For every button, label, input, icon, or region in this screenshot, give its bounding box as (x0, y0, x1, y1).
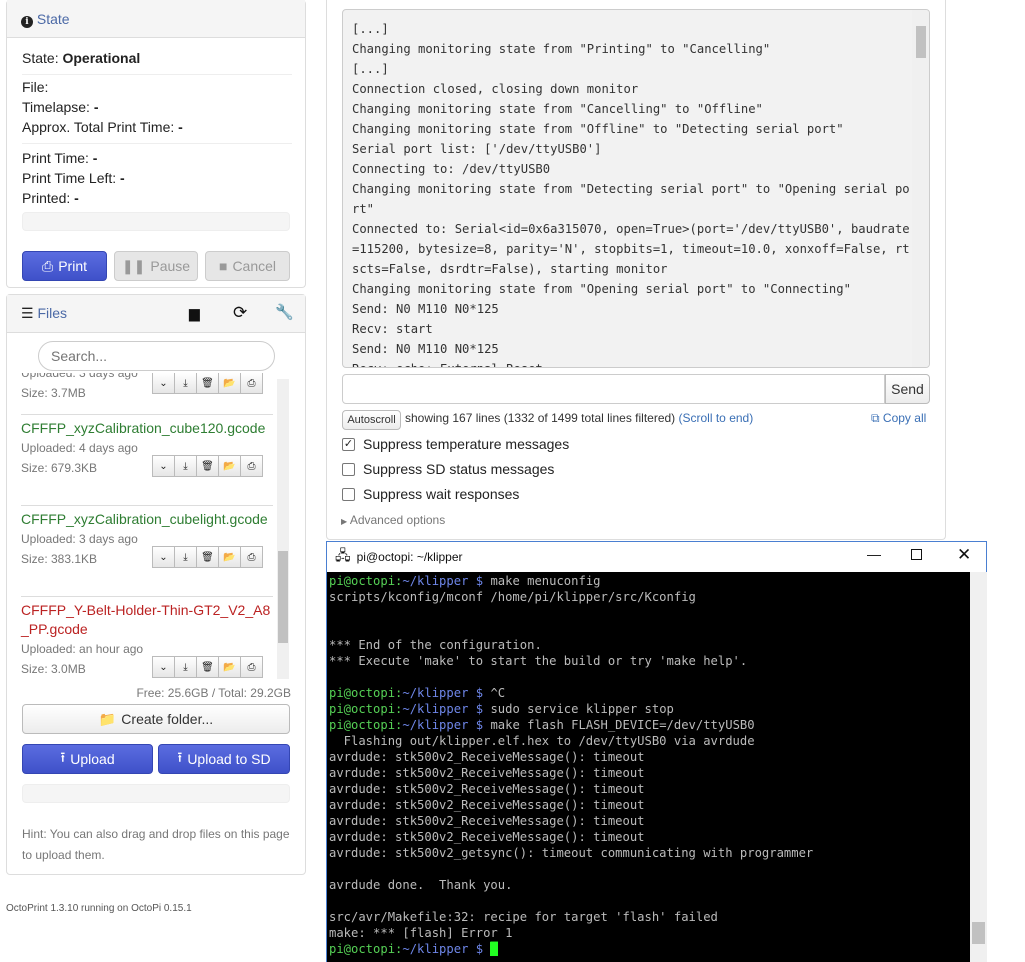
chevron-down-icon[interactable]: ⌄ (152, 455, 175, 477)
download-icon[interactable]: ⤓ (174, 455, 197, 477)
putty-terminal[interactable]: pi@octopi:~/klipper $ make menuconfig sc… (327, 572, 970, 962)
pause-icon: ❚❚ (121, 257, 146, 274)
refresh-icon[interactable]: ⟳ (233, 303, 247, 323)
upload-icon: ⭱ (60, 749, 66, 765)
printer-icon[interactable]: ⎙ (240, 455, 263, 477)
upload-button[interactable]: ⭱ Upload (22, 744, 153, 774)
send-button[interactable]: Send (885, 374, 930, 404)
files-heading[interactable]: Files (37, 305, 67, 321)
putty-scrollbar[interactable] (970, 572, 987, 962)
print-left-label: Print Time Left: (22, 170, 117, 186)
chevron-down-icon[interactable]: ⌄ (152, 373, 175, 394)
chevron-down-icon[interactable]: ⌄ (152, 656, 175, 678)
list-item[interactable]: CFFFP_xyzCalibration_cube120.gcode Uploa… (21, 414, 273, 478)
state-panel-header[interactable]: i State (7, 0, 305, 38)
suppress-sd-checkbox[interactable]: Suppress SD status messages (342, 461, 554, 477)
autoscroll-button[interactable]: Autoscroll (342, 410, 401, 430)
caret-right-icon: ▶ (341, 517, 348, 526)
state-heading[interactable]: State (37, 11, 70, 27)
print-icon: ⎙ (42, 257, 54, 274)
copy-all-link[interactable]: ⧉ Copy all (871, 411, 926, 426)
state-value: Operational (62, 50, 141, 66)
trash-icon[interactable]: 🗑 (196, 373, 219, 394)
file-list-scrollbar[interactable] (277, 379, 289, 679)
advanced-options-toggle[interactable]: ▶ Advanced options (341, 513, 445, 527)
list-icon: ☰ (21, 305, 34, 321)
suppress-wait-checkbox[interactable]: Suppress wait responses (342, 486, 519, 502)
list-item[interactable]: Uploaded: 3 days ago Size: 3.7MB ⌄ ⤓ 🗑 📂 ⎙ (21, 373, 273, 403)
pause-button[interactable]: ❚❚ Pause (114, 251, 198, 281)
print-button[interactable]: ⎙ Print (22, 251, 107, 281)
file-name[interactable]: CFFFP_xyzCalibration_cubelight.gcode (21, 510, 273, 529)
printed-label: Printed: (22, 190, 71, 206)
approx-time-label: Approx. Total Print Time: (22, 119, 175, 135)
upload-sd-button[interactable]: ⭱ Upload to SD (158, 744, 290, 774)
files-panel-header: ☰ Files ▆ ⟳ 🔧 (7, 295, 305, 333)
approx-time-value: - (178, 119, 183, 135)
footer-version: OctoPrint 1.3.10 running on OctoPi 0.15.… (6, 903, 192, 914)
folder-icon: 📁 (98, 710, 117, 727)
file-list: Uploaded: 3 days ago Size: 3.7MB ⌄ ⤓ 🗑 📂 ⎙ C… (7, 373, 291, 683)
terminal-log[interactable]: [...] Changing monitoring state from "Pr… (342, 9, 930, 368)
upload-icon: ⭱ (177, 749, 183, 765)
print-progress-bar (22, 212, 290, 231)
download-icon[interactable]: ⤓ (174, 546, 197, 568)
command-input[interactable] (342, 374, 885, 404)
print-time-label: Print Time: (22, 150, 89, 166)
files-panel: ☰ Files ▆ ⟳ 🔧 Uploaded: 3 days ago Size:… (6, 294, 306, 875)
folder-open-icon[interactable]: 📂 (218, 546, 241, 568)
trash-icon[interactable]: 🗑 (196, 455, 219, 477)
chevron-down-icon[interactable]: ⌄ (152, 546, 175, 568)
terminal-scrollbar[interactable] (912, 10, 929, 367)
state-label: State: (22, 50, 59, 66)
folder-open-icon[interactable]: 📂 (218, 373, 241, 394)
download-icon[interactable]: ⤓ (174, 373, 197, 394)
trash-icon[interactable]: 🗑 (196, 546, 219, 568)
putty-title: pi@octopi: ~/klipper (356, 550, 463, 564)
upload-hint: Hint: You can also drag and drop files o… (22, 827, 290, 862)
wrench-icon[interactable]: 🔧 (275, 303, 294, 321)
timelapse-value: - (93, 99, 99, 115)
list-item[interactable]: CFFFP_Y-Belt-Holder-Thin-GT2_V2_A8_PP.gc… (21, 596, 273, 679)
putty-titlebar[interactable]: 🖧 pi@octopi: ~/klipper — ✕ (327, 542, 986, 572)
close-icon[interactable]: ✕ (957, 545, 971, 565)
copy-icon: ⧉ (871, 411, 880, 425)
timelapse-label: Timelapse: (22, 99, 90, 115)
state-panel: i State State: Operational File: Timelap… (6, 0, 306, 288)
putty-icon: 🖧 (335, 547, 351, 563)
print-left-value: - (120, 170, 125, 186)
suppress-temperature-checkbox[interactable]: ✓ Suppress temperature messages (342, 436, 569, 452)
putty-window: 🖧 pi@octopi: ~/klipper — ✕ pi@octopi:~/k… (326, 541, 987, 962)
info-icon: i (21, 16, 33, 28)
trash-icon[interactable]: 🗑 (196, 656, 219, 678)
list-item[interactable]: CFFFP_xyzCalibration_cubelight.gcode Upl… (21, 505, 273, 569)
file-name[interactable]: CFFFP_xyzCalibration_cube120.gcode (21, 419, 273, 438)
terminal-output: [...] Changing monitoring state from "Pr… (352, 22, 910, 367)
cancel-button[interactable]: ■ Cancel (205, 251, 290, 281)
printer-icon[interactable]: ⎙ (240, 546, 263, 568)
scroll-to-end-link[interactable]: (Scroll to end) (679, 411, 754, 425)
folder-open-icon[interactable]: 📂 (218, 455, 241, 477)
print-time-value: - (92, 150, 98, 166)
create-folder-button[interactable]: 📁 Create folder... (22, 704, 290, 734)
new-file-icon[interactable]: ▆ (189, 305, 200, 322)
file-name[interactable]: CFFFP_Y-Belt-Holder-Thin-GT2_V2_A8_PP.gc… (21, 601, 273, 639)
printer-icon[interactable]: ⎙ (240, 373, 263, 394)
folder-open-icon[interactable]: 📂 (218, 656, 241, 678)
search-input[interactable] (38, 341, 275, 371)
cancel-icon: ■ (218, 258, 228, 274)
minimize-icon[interactable]: — (867, 546, 881, 562)
upload-progress-bar (22, 784, 290, 803)
terminal-status: showing 167 lines (1332 of 1499 total li… (405, 411, 754, 425)
download-icon[interactable]: ⤓ (174, 656, 197, 678)
maximize-icon[interactable] (911, 549, 922, 560)
printed-value: - (74, 190, 79, 206)
printer-icon[interactable]: ⎙ (240, 656, 263, 678)
file-label: File: (22, 79, 49, 95)
storage-info: Free: 25.6GB / Total: 29.2GB (136, 686, 291, 700)
cursor: █ (490, 942, 498, 956)
